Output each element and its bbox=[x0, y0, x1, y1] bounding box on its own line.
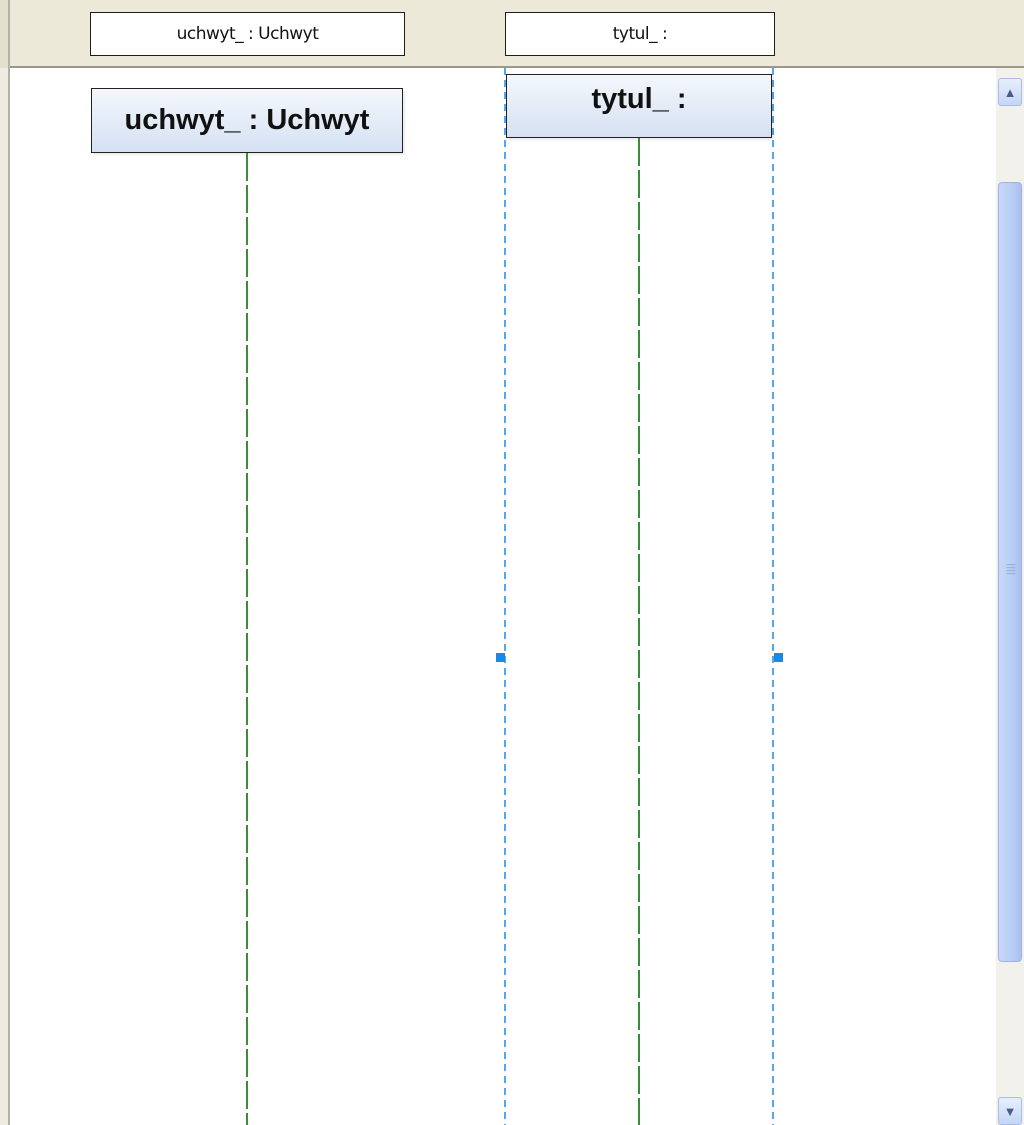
vertical-scrollbar[interactable]: ▲ — — — — ▼ bbox=[996, 68, 1024, 1125]
lifeline-head-label: uchwyt_ : Uchwyt bbox=[124, 104, 370, 136]
lifeline-head-tytul[interactable]: tytul_ : bbox=[506, 74, 772, 138]
lifeline-head-uchwyt[interactable]: uchwyt_ : Uchwyt bbox=[91, 88, 403, 153]
header-left-edge bbox=[0, 0, 10, 68]
header-box-label: uchwyt_ : Uchwyt bbox=[176, 24, 319, 44]
lifeline-uchwyt bbox=[246, 153, 248, 1125]
chevron-up-icon: ▲ bbox=[1003, 84, 1017, 100]
canvas-left-rail bbox=[0, 68, 10, 1125]
header-box-label: tytul_ : bbox=[612, 24, 668, 44]
chevron-down-icon: ▼ bbox=[1003, 1103, 1017, 1119]
scroll-thumb[interactable]: — — — — bbox=[998, 182, 1022, 962]
header-box-tytul[interactable]: tytul_ : bbox=[505, 12, 775, 56]
selection-outline-left bbox=[504, 68, 506, 1125]
selection-outline-right bbox=[772, 68, 774, 1125]
diagram-canvas[interactable]: uchwyt_ : Uchwyt tytul_ : bbox=[0, 68, 996, 1125]
lifeline-header-strip: uchwyt_ : Uchwyt tytul_ : bbox=[0, 0, 1024, 68]
lifeline-tytul bbox=[638, 138, 640, 1125]
header-box-uchwyt[interactable]: uchwyt_ : Uchwyt bbox=[90, 12, 405, 56]
scroll-down-button[interactable]: ▼ bbox=[998, 1097, 1022, 1125]
scroll-up-button[interactable]: ▲ bbox=[998, 78, 1022, 106]
selection-handle-right[interactable] bbox=[774, 653, 783, 662]
lifeline-head-label: tytul_ : bbox=[591, 82, 687, 115]
grip-icon: — — — — bbox=[1006, 559, 1016, 578]
selection-handle-left[interactable] bbox=[496, 653, 505, 662]
